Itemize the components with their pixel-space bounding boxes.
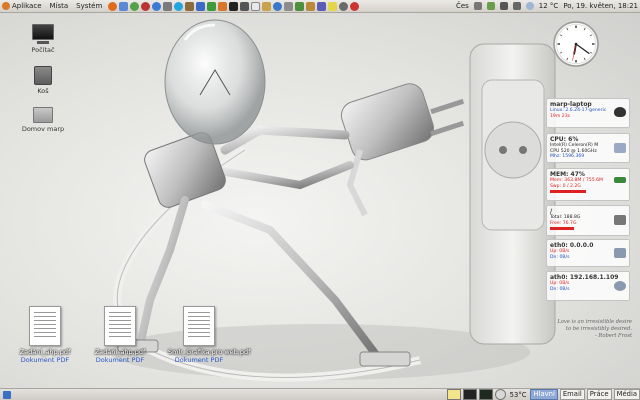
sysmon-eth0: eth0: 0.0.0.0 Up: 0B/s Dn: 0B/s [546, 239, 630, 267]
desktop-icon-trash[interactable]: Koš [20, 66, 66, 95]
desktop-icon-home[interactable]: Domov marp [20, 107, 66, 133]
network-icon[interactable] [163, 1, 173, 11]
cpu-temperature[interactable]: 53°C [508, 391, 529, 399]
impress-icon[interactable] [218, 1, 228, 11]
ath0-title: ath0: 192.168.1.109 [550, 274, 619, 281]
menu-applications[interactable]: Aplikace [0, 0, 46, 12]
menu-system[interactable]: Systém [72, 0, 106, 12]
file-name: Zadání_ahp.pdf [94, 348, 146, 356]
gimp-icon[interactable] [185, 1, 195, 11]
desktop-icon-label: Domov marp [21, 125, 65, 133]
text-editor-icon[interactable] [251, 1, 261, 11]
disk-title: / [550, 208, 553, 215]
battery-icon[interactable] [486, 2, 495, 10]
ethernet-icon [614, 248, 626, 258]
pdf-file-2[interactable]: Zadání_ahp.pdf Dokument PDF [89, 306, 151, 364]
sysmon-ath0: ath0: 192.168.1.109 Up: 0B/s Dn: 0B/s [546, 271, 630, 301]
notes-icon[interactable] [446, 389, 461, 400]
pdf-icon [183, 306, 215, 346]
file-type: Dokument PDF [20, 356, 70, 364]
network-status-icon[interactable] [473, 2, 482, 10]
sysmon-host: marp-laptop Linux: 2.6.24-17-generic 19m… [546, 98, 630, 128]
mail-icon[interactable] [119, 1, 129, 11]
quote-line-1: Love is an irresistible desire [557, 319, 632, 325]
ubuntu-logo-icon [2, 2, 10, 10]
computer-icon [32, 24, 54, 44]
sysmon-memory: MEM: 47% Mem: 363.8M / 755.6M Swp: 0 / 2… [546, 168, 630, 201]
workspace-work[interactable]: Práce [586, 389, 612, 400]
media-icon[interactable] [152, 1, 162, 11]
firefox-icon[interactable] [108, 1, 118, 11]
memory-bar [550, 190, 586, 194]
signal-icon[interactable] [499, 2, 508, 10]
volume-icon[interactable] [512, 2, 521, 10]
help-icon[interactable] [273, 1, 283, 11]
camera-icon[interactable] [240, 1, 250, 11]
panel-clock[interactable]: Po, 19. květen, 18:21 [563, 2, 638, 10]
disk-usage-bar [550, 227, 574, 231]
harddisk-icon [614, 215, 626, 225]
analog-clock-widget [553, 21, 599, 67]
power-icon[interactable] [350, 1, 360, 11]
desktop-icon-label: Koš [37, 87, 49, 95]
cpu-chip-icon [614, 143, 626, 153]
package-icon[interactable] [306, 1, 316, 11]
quote-author: - Robert Frost [595, 333, 632, 339]
file-type: Dokument PDF [174, 356, 224, 364]
workspace-media[interactable]: Média [613, 389, 640, 400]
file-name: Smlr_Grafika pro web.pdf [168, 348, 251, 356]
bottom-panel: 53°C Hlavní Email Práce Média [0, 388, 640, 400]
terminal-icon[interactable] [229, 1, 239, 11]
pdf-icon [29, 306, 61, 346]
file-name: Zadání_ahp.pdf [19, 348, 71, 356]
swap-used: Swp: 0 / 2.2G [550, 183, 581, 189]
desktop-icon-label: Počítač [31, 46, 55, 54]
cpu-frequency: Mhz: 1596.369 [550, 154, 585, 160]
pdf-file-3[interactable]: Smlr_Grafika pro web.pdf Dokument PDF [168, 306, 251, 364]
terminal-icon[interactable] [462, 389, 477, 400]
weather-icon[interactable] [525, 2, 534, 10]
search-icon[interactable] [339, 1, 349, 11]
menu-places[interactable]: Místa [46, 0, 73, 12]
cpu-frequency-icon[interactable] [494, 389, 506, 400]
chat-icon[interactable] [130, 1, 140, 11]
pdf-file-1[interactable]: Zadání_ahp.pdf Dokument PDF [14, 306, 76, 364]
pdf-icon [104, 306, 136, 346]
desktop-icon-computer[interactable]: Počítač [20, 24, 66, 54]
weather-temperature[interactable]: 12 °C [539, 2, 559, 10]
wallpaper-quote: Love is an irresistible desire to be irr… [494, 319, 632, 340]
files-icon[interactable] [262, 1, 272, 11]
writer-icon[interactable] [196, 1, 206, 11]
bottom-tray: 53°C Hlavní Email Práce Média [446, 389, 640, 400]
file-type: Dokument PDF [95, 356, 145, 364]
top-tray: Čes 12 °C Po, 19. květen, 18:21 [456, 0, 638, 12]
system-monitor-icon[interactable] [478, 389, 493, 400]
sysmon-disk: / Total: 188.8G Free: 76.7G [546, 205, 630, 236]
hostname: marp-laptop [550, 101, 592, 108]
workspace-email[interactable]: Email [559, 389, 585, 400]
download-icon[interactable] [295, 1, 305, 11]
cpu-title: CPU: 6% [550, 136, 579, 143]
quote-line-2: to be irresistibly desired. [565, 326, 632, 332]
settings-icon[interactable] [284, 1, 294, 11]
tux-icon [614, 107, 626, 117]
wireless-icon [614, 281, 626, 291]
skype-icon[interactable] [174, 1, 184, 11]
trash-icon [34, 66, 52, 85]
sysmon-cpu: CPU: 6% Intel(R) Celeron(R) M CPU 520 @ … [546, 133, 630, 163]
ftp-icon[interactable] [317, 1, 327, 11]
music-player-icon[interactable] [141, 1, 151, 11]
home-folder-icon [33, 107, 53, 123]
top-panel: Aplikace Místa Systém Čes 12 °C Po, 19. … [0, 0, 640, 13]
launcher-bar [108, 1, 360, 11]
ram-icon [614, 177, 626, 183]
show-desktop-icon[interactable] [3, 390, 11, 399]
workspace-main[interactable]: Hlavní [530, 389, 558, 400]
calc-icon[interactable] [207, 1, 217, 11]
notes-icon[interactable] [328, 1, 338, 11]
keyboard-layout[interactable]: Čes [456, 2, 469, 10]
